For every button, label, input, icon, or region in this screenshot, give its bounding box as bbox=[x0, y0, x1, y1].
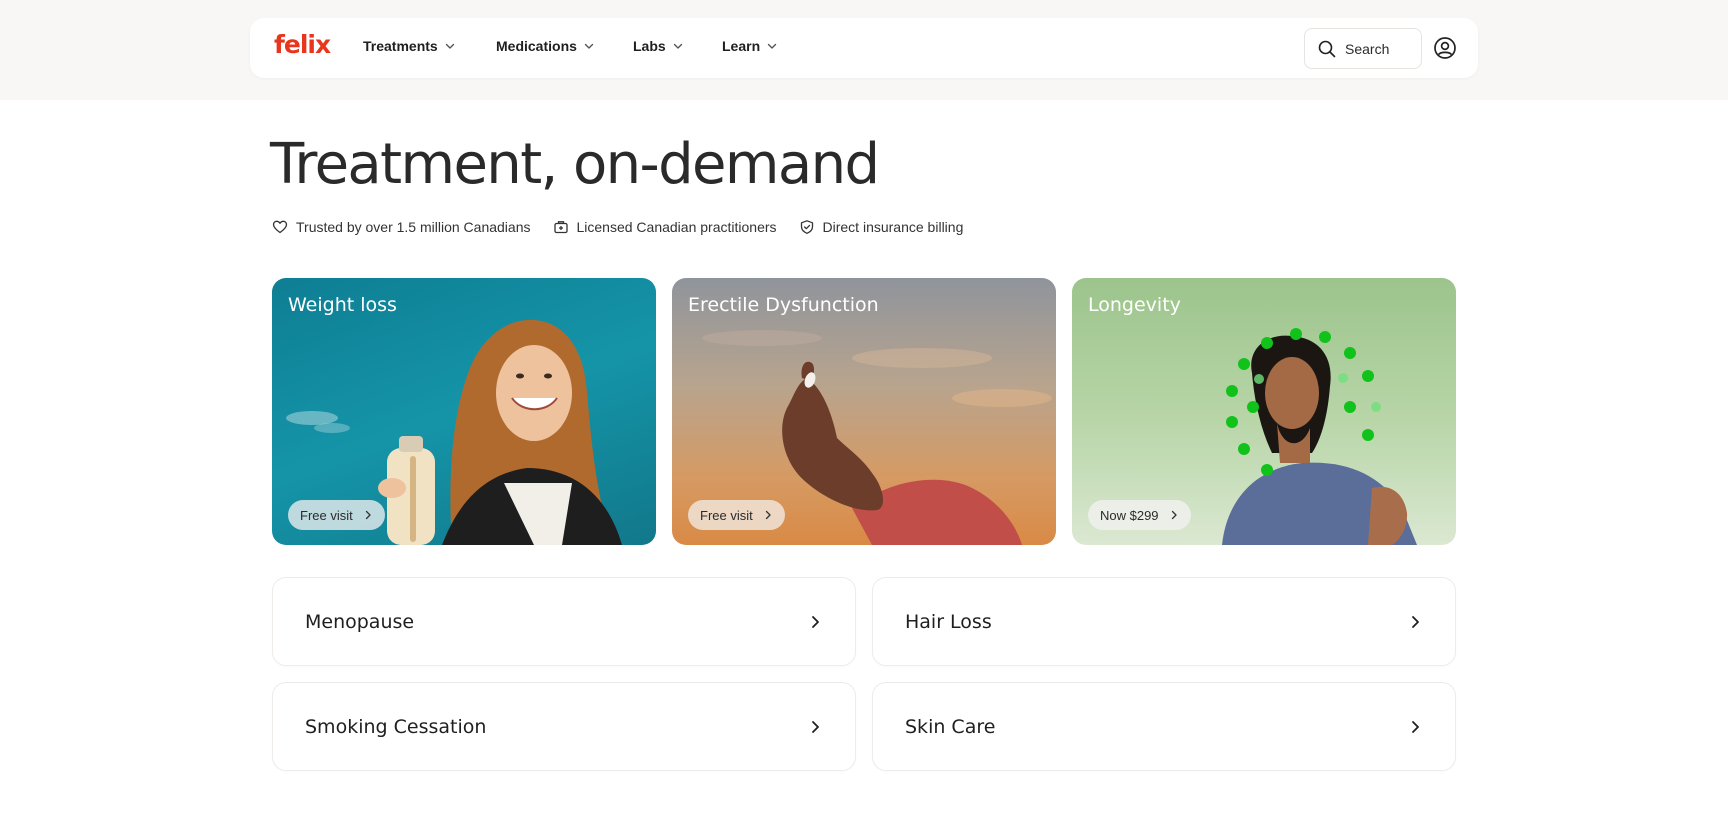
card-erectile-dysfunction-title: Erectile Dysfunction bbox=[688, 294, 879, 316]
trust-item-customers: Trusted by over 1.5 million Canadians bbox=[272, 219, 531, 235]
card-longevity-title: Longevity bbox=[1088, 294, 1181, 316]
category-smoking-cessation[interactable]: Smoking Cessation bbox=[272, 682, 856, 771]
card-longevity-cta-label: Now $299 bbox=[1100, 507, 1159, 523]
nav-treatments-label: Treatments bbox=[363, 38, 438, 54]
card-weight-loss-cta-label: Free visit bbox=[300, 507, 353, 523]
nav-treatments[interactable]: Treatments bbox=[363, 38, 456, 54]
chevron-right-icon bbox=[1171, 510, 1177, 520]
page-title: Treatment, on-demand bbox=[270, 132, 880, 197]
trust-item-practitioners: Licensed Canadian practitioners bbox=[553, 219, 777, 235]
nav-medications[interactable]: Medications bbox=[496, 38, 595, 54]
chevron-right-icon bbox=[1412, 615, 1419, 628]
trust-item-practitioners-text: Licensed Canadian practitioners bbox=[576, 219, 777, 235]
shield-check-icon bbox=[800, 220, 813, 234]
nav-medications-label: Medications bbox=[496, 38, 577, 54]
nav-learn-label: Learn bbox=[722, 38, 761, 54]
category-smoking-cessation-label: Smoking Cessation bbox=[305, 715, 487, 738]
category-hair-loss-label: Hair Loss bbox=[905, 610, 992, 633]
chevron-down-icon bbox=[767, 43, 777, 49]
chevron-down-icon bbox=[673, 43, 682, 49]
card-erectile-dysfunction-cta-label: Free visit bbox=[700, 507, 753, 523]
heart-icon bbox=[272, 220, 288, 234]
chevron-right-icon bbox=[365, 510, 371, 520]
trust-item-insurance-text: Direct insurance billing bbox=[822, 219, 964, 235]
trust-item-customers-text: Trusted by over 1.5 million Canadians bbox=[296, 219, 531, 235]
category-menopause[interactable]: Menopause bbox=[272, 577, 856, 666]
user-circle-icon bbox=[1434, 37, 1456, 59]
search-input[interactable]: Search bbox=[1304, 28, 1422, 69]
nav-learn[interactable]: Learn bbox=[722, 38, 778, 54]
felix-logo[interactable]: felix bbox=[274, 30, 331, 59]
chevron-right-icon bbox=[812, 615, 819, 628]
category-menopause-label: Menopause bbox=[305, 610, 415, 633]
chevron-right-icon bbox=[812, 720, 819, 733]
category-skin-care-label: Skin Care bbox=[905, 715, 996, 738]
chevron-down-icon bbox=[584, 43, 594, 49]
search-placeholder: Search bbox=[1345, 40, 1390, 57]
search-icon bbox=[1318, 40, 1336, 57]
chevron-right-icon bbox=[765, 510, 771, 520]
category-skin-care[interactable]: Skin Care bbox=[872, 682, 1456, 771]
medical-bag-icon bbox=[553, 221, 568, 234]
trust-item-insurance: Direct insurance billing bbox=[799, 219, 964, 235]
nav-labs-label: Labs bbox=[633, 38, 666, 54]
card-erectile-dysfunction-cta[interactable]: Free visit bbox=[688, 500, 785, 530]
card-weight-loss-cta[interactable]: Free visit bbox=[288, 500, 385, 530]
nav-labs[interactable]: Labs bbox=[633, 38, 684, 54]
card-weight-loss-title: Weight loss bbox=[288, 294, 397, 316]
top-navbar: felix Treatments Medications Labs Learn … bbox=[250, 18, 1478, 78]
card-longevity[interactable]: Longevity Now $299 bbox=[1072, 278, 1456, 545]
trust-badges: Trusted by over 1.5 million Canadians Li… bbox=[272, 219, 985, 235]
chevron-right-icon bbox=[1412, 720, 1419, 733]
category-hair-loss[interactable]: Hair Loss bbox=[872, 577, 1456, 666]
chevron-down-icon bbox=[445, 43, 454, 49]
card-erectile-dysfunction[interactable]: Erectile Dysfunction Free visit bbox=[672, 278, 1056, 545]
card-weight-loss[interactable]: Weight loss Free visit bbox=[272, 278, 656, 545]
card-longevity-cta[interactable]: Now $299 bbox=[1088, 500, 1191, 530]
account-button[interactable] bbox=[1431, 34, 1459, 62]
